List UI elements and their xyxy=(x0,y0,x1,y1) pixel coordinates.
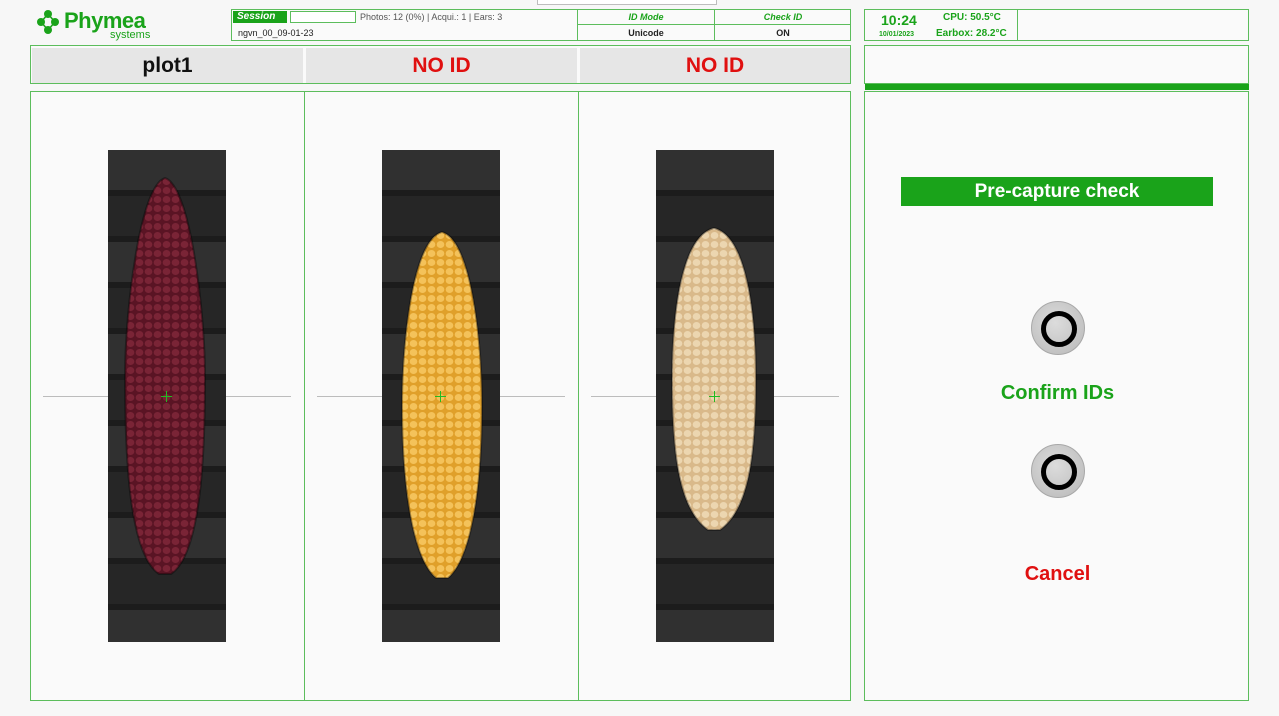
cancel-label[interactable]: Cancel xyxy=(865,563,1250,586)
confirm-ids-label[interactable]: Confirm IDs xyxy=(865,382,1250,405)
panel-divider xyxy=(578,92,579,700)
header-midline xyxy=(577,24,850,25)
clock: 10:24 xyxy=(881,12,917,28)
control-panel: Pre-capture check Confirm IDs Cancel xyxy=(864,91,1249,701)
session-label: Session xyxy=(233,11,287,23)
crosshair-icon xyxy=(161,391,172,402)
session-name: ngvn_00_09-01-23 xyxy=(238,28,314,38)
cancel-button[interactable] xyxy=(1031,444,1085,498)
cpu-temperature: CPU: 50.5°C xyxy=(943,12,1001,23)
status-divider xyxy=(1017,10,1018,40)
system-status: 10:24 10/01/2023 CPU: 50.5°C Earbox: 28.… xyxy=(864,9,1249,41)
id-mode-value[interactable]: Unicode xyxy=(578,27,714,39)
date: 10/01/2023 xyxy=(879,31,915,38)
brand-subtitle: systems xyxy=(110,29,151,41)
check-id-value[interactable]: ON xyxy=(715,27,851,39)
id-label-slot-2[interactable]: NO ID xyxy=(306,48,577,83)
id-label-slot-1[interactable]: plot1 xyxy=(32,48,303,83)
confirm-ids-button[interactable] xyxy=(1031,301,1085,355)
window-top-tab xyxy=(537,0,717,5)
session-progress-box xyxy=(290,11,356,23)
earbox-temperature: Earbox: 28.2°C xyxy=(936,28,1007,39)
right-top-panel xyxy=(864,45,1249,84)
phymea-logo: Phymea systems xyxy=(34,8,184,42)
crosshair-icon xyxy=(709,391,720,402)
id-mode-label: ID Mode xyxy=(628,12,664,22)
molecule-icon xyxy=(37,10,59,34)
session-header: Session Photos: 12 (0%) | Acqui.: 1 | Ea… xyxy=(231,9,851,41)
red-ring-icon xyxy=(1041,454,1077,490)
acquisition-stats: Photos: 12 (0%) | Acqui.: 1 | Ears: 3 xyxy=(360,12,503,22)
ear-image-panels xyxy=(30,91,851,701)
crosshair-icon xyxy=(435,391,446,402)
check-id-label: Check ID xyxy=(763,12,803,22)
id-label-row: plot1 NO ID NO ID xyxy=(30,45,851,84)
id-label-slot-3[interactable]: NO ID xyxy=(580,48,850,83)
pre-capture-title: Pre-capture check xyxy=(901,177,1213,206)
panel-divider xyxy=(304,92,305,700)
progress-bar xyxy=(865,84,1249,90)
green-ring-icon xyxy=(1041,311,1077,347)
